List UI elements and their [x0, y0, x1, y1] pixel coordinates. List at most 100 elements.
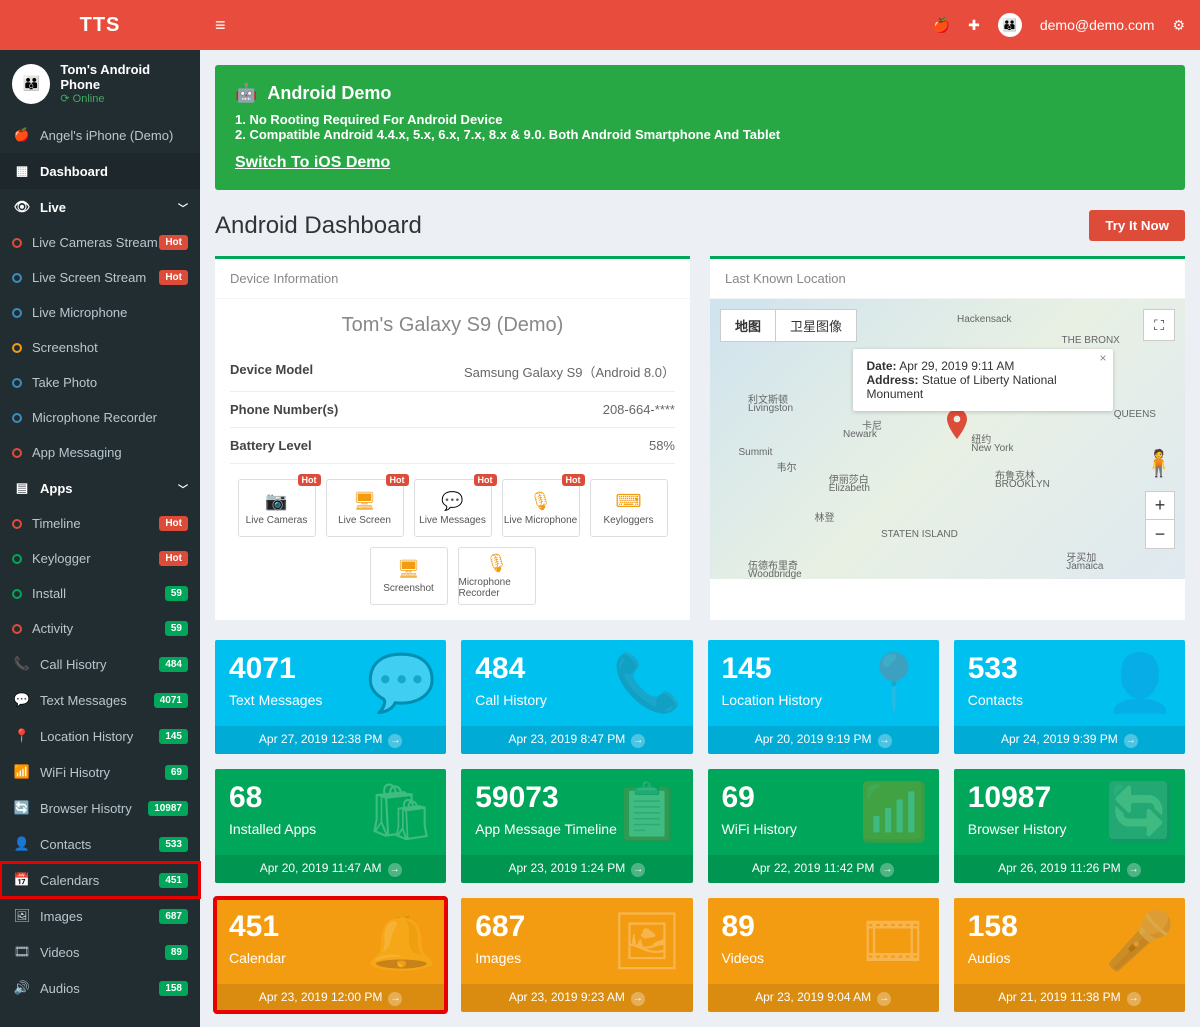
- status-circle-icon: [12, 519, 22, 529]
- sidebar-main-item[interactable]: 🎞Videos89: [0, 934, 200, 970]
- stat-icon: 📞: [613, 650, 683, 716]
- apple-icon[interactable]: 🍎: [933, 17, 950, 34]
- sidebar-apps-item[interactable]: TimelineHot: [0, 506, 200, 541]
- quick-action-button[interactable]: Hot🎙Live Microphone: [502, 479, 580, 537]
- map-tab-satellite[interactable]: 卫星图像: [776, 310, 856, 341]
- stat-footer[interactable]: Apr 27, 2019 12:38 PM→: [215, 726, 446, 754]
- map-tab-map[interactable]: 地图: [721, 310, 776, 341]
- stat-card[interactable]: 59073App Message Timeline📋Apr 23, 2019 1…: [461, 769, 692, 883]
- stat-footer[interactable]: Apr 23, 2019 9:23 AM→: [461, 984, 692, 1012]
- badge: 59: [165, 586, 188, 601]
- stat-card[interactable]: 68Installed Apps🛍Apr 20, 2019 11:47 AM→: [215, 769, 446, 883]
- sidebar-apps-item[interactable]: KeyloggerHot: [0, 541, 200, 576]
- stat-card[interactable]: 158Audios🎤Apr 21, 2019 11:38 PM→: [954, 898, 1185, 1012]
- arrow-icon: →: [880, 863, 894, 877]
- sidebar-live-item[interactable]: App Messaging: [0, 435, 200, 470]
- stat-footer[interactable]: Apr 20, 2019 9:19 PM→: [708, 726, 939, 754]
- stat-footer[interactable]: Apr 22, 2019 11:42 PM→: [708, 855, 939, 883]
- dashboard-icon: ▦: [12, 163, 32, 179]
- sidebar-apps-item[interactable]: Install59: [0, 576, 200, 611]
- stat-footer[interactable]: Apr 23, 2019 8:47 PM→: [461, 726, 692, 754]
- sidebar-main-item[interactable]: 💬Text Messages4071: [0, 682, 200, 718]
- stat-card[interactable]: 484Call History📞Apr 23, 2019 8:47 PM→: [461, 640, 692, 754]
- stat-footer[interactable]: Apr 24, 2019 9:39 PM→: [954, 726, 1185, 754]
- sidebar-item-label: Calendars: [40, 873, 99, 888]
- sidebar-main-item[interactable]: 👤Contacts533: [0, 826, 200, 862]
- stat-card[interactable]: 10987Browser History🔄Apr 26, 2019 11:26 …: [954, 769, 1185, 883]
- spec-label: Phone Number(s): [230, 402, 338, 417]
- stat-footer[interactable]: Apr 26, 2019 11:26 PM→: [954, 855, 1185, 883]
- stat-card[interactable]: 89Videos🎞Apr 23, 2019 9:04 AM→: [708, 898, 939, 1012]
- demo-link[interactable]: 🍎 Angel's iPhone (Demo): [0, 117, 200, 153]
- stat-card[interactable]: 145Location History📍Apr 20, 2019 9:19 PM…: [708, 640, 939, 754]
- sidebar-live-item[interactable]: Microphone Recorder: [0, 400, 200, 435]
- zoom-out-button[interactable]: −: [1146, 520, 1174, 548]
- menu-icon: 👤: [12, 836, 32, 852]
- spec-row: Battery Level58%: [230, 428, 675, 464]
- sidebar-main-item[interactable]: 📶WiFi Hisotry69: [0, 754, 200, 790]
- sidebar-live-item[interactable]: Take Photo: [0, 365, 200, 400]
- stat-card[interactable]: 533Contacts👤Apr 24, 2019 9:39 PM→: [954, 640, 1185, 754]
- quick-action-button[interactable]: Hot🖥Live Screen: [326, 479, 404, 537]
- sidebar-live-item[interactable]: Live Microphone: [0, 295, 200, 330]
- sidebar-item-label: Text Messages: [40, 693, 127, 708]
- stat-card[interactable]: 4071Text Messages💬Apr 27, 2019 12:38 PM→: [215, 640, 446, 754]
- stat-card[interactable]: 451Calendar🔔Apr 23, 2019 12:00 PM→: [215, 898, 446, 1012]
- arrow-icon: →: [388, 734, 402, 748]
- zoom-in-button[interactable]: +: [1146, 492, 1174, 520]
- sidebar-live-item[interactable]: Screenshot: [0, 330, 200, 365]
- close-icon[interactable]: ×: [1099, 351, 1106, 365]
- sidebar-main-item[interactable]: 🔊Audios158: [0, 970, 200, 1006]
- quick-action-button[interactable]: Hot💬Live Messages: [414, 479, 492, 537]
- sidebar-item-label: Timeline: [32, 516, 81, 531]
- map-box: Last Known Location 地图 卫星图像 ⛶ 🧍 + −: [710, 256, 1185, 620]
- sidebar-main-item[interactable]: 🔄Browser Hisotry10987: [0, 790, 200, 826]
- badge: 10987: [148, 801, 188, 816]
- sidebar-live-item[interactable]: Live Cameras StreamHot: [0, 225, 200, 260]
- alert-title: Android Demo: [267, 83, 391, 104]
- stat-card[interactable]: 687Images🖼Apr 23, 2019 9:23 AM→: [461, 898, 692, 1012]
- menu-icon: 📶: [12, 764, 32, 780]
- quick-action-button[interactable]: Hot📷Live Cameras: [238, 479, 316, 537]
- action-label: Screenshot: [383, 583, 434, 594]
- sidebar-apps-item[interactable]: Activity59: [0, 611, 200, 646]
- menu-icon: 🎞: [12, 944, 32, 960]
- quick-action-button[interactable]: ⌨Keyloggers: [590, 479, 668, 537]
- nav-live-header[interactable]: 👁 Live ﹀: [0, 189, 200, 225]
- settings-icon[interactable]: ⚙: [1172, 17, 1185, 34]
- sidebar-main-item[interactable]: 📍Location History145: [0, 718, 200, 754]
- stat-footer[interactable]: Apr 23, 2019 1:24 PM→: [461, 855, 692, 883]
- sidebar-main-item[interactable]: 📞Call Hisotry484: [0, 646, 200, 682]
- stat-footer[interactable]: Apr 23, 2019 12:00 PM→: [215, 984, 446, 1012]
- nav-apps-header[interactable]: ▤ Apps ﹀: [0, 470, 200, 506]
- sidebar-main-item[interactable]: 📅Calendars451: [0, 862, 200, 898]
- stat-card[interactable]: 69WiFi History📶Apr 22, 2019 11:42 PM→: [708, 769, 939, 883]
- menu-toggle[interactable]: ≡: [215, 15, 226, 36]
- try-button[interactable]: Try It Now: [1089, 210, 1185, 241]
- pegman-icon[interactable]: 🧍: [1143, 448, 1175, 479]
- android-icon[interactable]: ✚: [968, 17, 980, 34]
- user-email[interactable]: demo@demo.com: [1040, 17, 1155, 33]
- quick-action-button[interactable]: 🖥Screenshot: [370, 547, 448, 605]
- switch-demo-link[interactable]: Switch To iOS Demo: [235, 154, 390, 171]
- stat-icon: 🔔: [367, 908, 437, 974]
- status-circle-icon: [12, 238, 22, 248]
- stat-footer[interactable]: Apr 23, 2019 9:04 AM→: [708, 984, 939, 1012]
- stat-icon: 🖼: [611, 908, 682, 974]
- stat-footer[interactable]: Apr 21, 2019 11:38 PM→: [954, 984, 1185, 1012]
- fullscreen-icon[interactable]: ⛶: [1143, 309, 1175, 341]
- android-icon: 🤖: [235, 83, 257, 104]
- nav-dashboard[interactable]: ▦ Dashboard: [0, 153, 200, 189]
- badge: 69: [165, 765, 188, 780]
- quick-action-button[interactable]: 🎙Microphone Recorder: [458, 547, 536, 605]
- sidebar-main-item[interactable]: 🖼Images687: [0, 898, 200, 934]
- stat-footer[interactable]: Apr 20, 2019 11:47 AM→: [215, 855, 446, 883]
- badge: Hot: [159, 235, 188, 250]
- map-canvas[interactable]: 地图 卫星图像 ⛶ 🧍 + − ×: [710, 299, 1185, 579]
- map-pin-icon[interactable]: [947, 409, 967, 439]
- tooltip-date: Apr 29, 2019 9:11 AM: [899, 359, 1014, 373]
- map-place-label: Livingston: [748, 403, 793, 414]
- brand-logo[interactable]: TTS: [0, 0, 200, 50]
- sidebar-live-item[interactable]: Live Screen StreamHot: [0, 260, 200, 295]
- badge: 484: [159, 657, 188, 672]
